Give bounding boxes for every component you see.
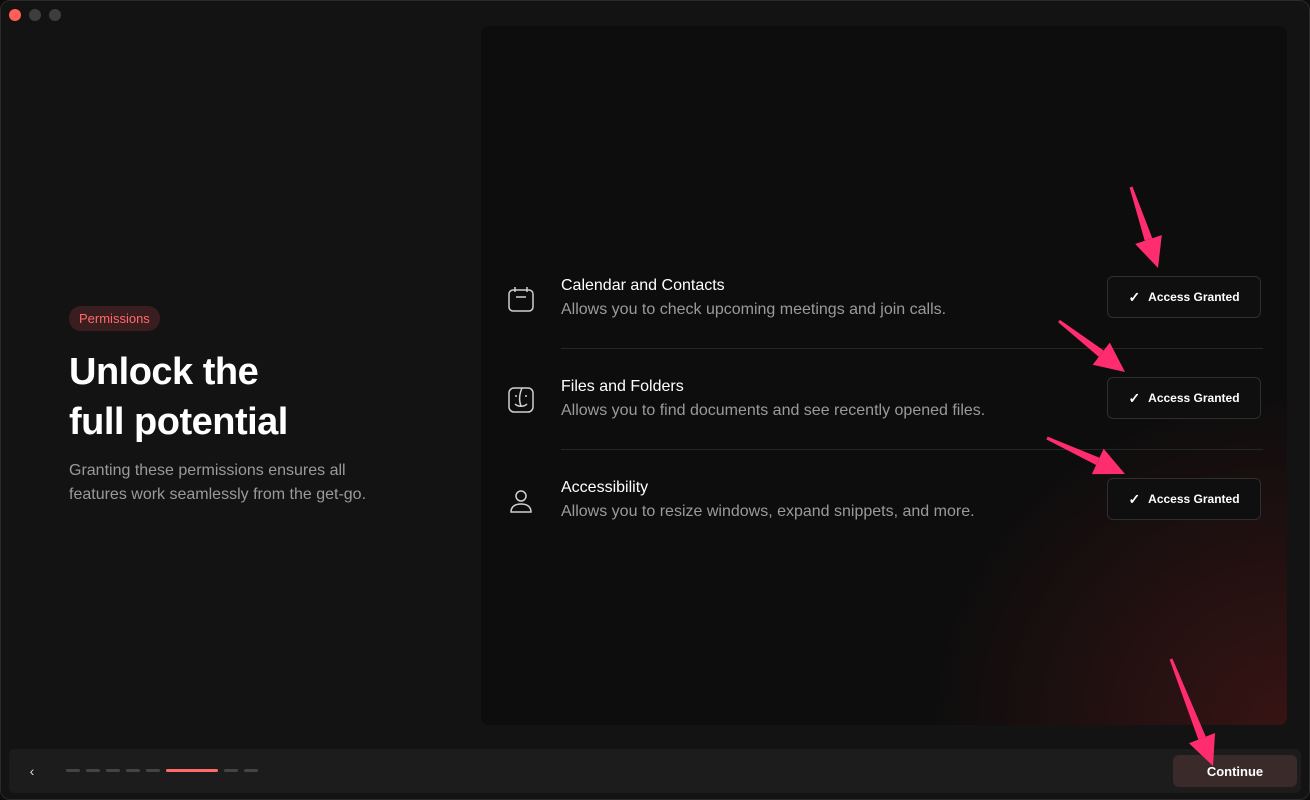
chevron-left-icon: ‹ xyxy=(29,763,35,779)
checkmark-icon: ✓ xyxy=(1128,389,1141,406)
permissions-panel: Calendar and Contacts Allows you to chec… xyxy=(481,26,1287,725)
access-granted-label: Access Granted xyxy=(1148,492,1240,506)
permission-row-calendar: Calendar and Contacts Allows you to chec… xyxy=(481,249,1287,349)
permissions-badge: Permissions xyxy=(69,306,160,331)
subtitle-line-1: Granting these permissions ensures all xyxy=(69,462,346,479)
page-subtitle: Granting these permissions ensures all f… xyxy=(69,459,429,507)
permission-title: Files and Folders xyxy=(561,378,684,395)
permission-description: Allows you to resize windows, expand sni… xyxy=(561,503,975,520)
window-controls xyxy=(9,9,61,21)
page-title: Unlock the full potential xyxy=(69,347,429,447)
subtitle-line-2: features work seamlessly from the get-go… xyxy=(69,486,367,503)
onboarding-window: Permissions Unlock the full potential Gr… xyxy=(0,0,1310,800)
close-window-button[interactable] xyxy=(9,9,21,21)
access-granted-button[interactable]: ✓ Access Granted xyxy=(1107,478,1261,520)
access-granted-button[interactable]: ✓ Access Granted xyxy=(1107,377,1261,419)
calendar-icon xyxy=(507,285,535,313)
progress-step-active xyxy=(166,769,218,772)
access-granted-label: Access Granted xyxy=(1148,290,1240,304)
onboarding-footer: ‹ Continue xyxy=(9,749,1301,793)
zoom-window-button[interactable] xyxy=(49,9,61,21)
page-title-line-2: full potential xyxy=(69,401,288,443)
progress-indicator xyxy=(66,769,258,772)
progress-step xyxy=(66,769,80,772)
divider xyxy=(561,449,1263,450)
progress-step xyxy=(244,769,258,772)
progress-step xyxy=(106,769,120,772)
permission-description: Allows you to check upcoming meetings an… xyxy=(561,301,947,318)
continue-button[interactable]: Continue xyxy=(1173,755,1297,787)
permission-row-files: Files and Folders Allows you to find doc… xyxy=(481,350,1287,450)
intro-section: Permissions Unlock the full potential Gr… xyxy=(69,306,429,507)
access-granted-label: Access Granted xyxy=(1148,391,1240,405)
checkmark-icon: ✓ xyxy=(1128,288,1141,305)
finder-icon xyxy=(507,386,535,414)
permission-row-accessibility: Accessibility Allows you to resize windo… xyxy=(481,451,1287,551)
permission-description: Allows you to find documents and see rec… xyxy=(561,402,986,419)
divider xyxy=(561,348,1263,349)
progress-step xyxy=(224,769,238,772)
permission-title: Calendar and Contacts xyxy=(561,277,725,294)
access-granted-button[interactable]: ✓ Access Granted xyxy=(1107,276,1261,318)
back-button[interactable]: ‹ xyxy=(23,761,41,781)
person-icon xyxy=(507,487,535,515)
permission-title: Accessibility xyxy=(561,479,649,496)
progress-step xyxy=(126,769,140,772)
page-title-line-1: Unlock the xyxy=(69,351,259,393)
minimize-window-button[interactable] xyxy=(29,9,41,21)
progress-step xyxy=(146,769,160,772)
checkmark-icon: ✓ xyxy=(1128,490,1141,507)
progress-step xyxy=(86,769,100,772)
